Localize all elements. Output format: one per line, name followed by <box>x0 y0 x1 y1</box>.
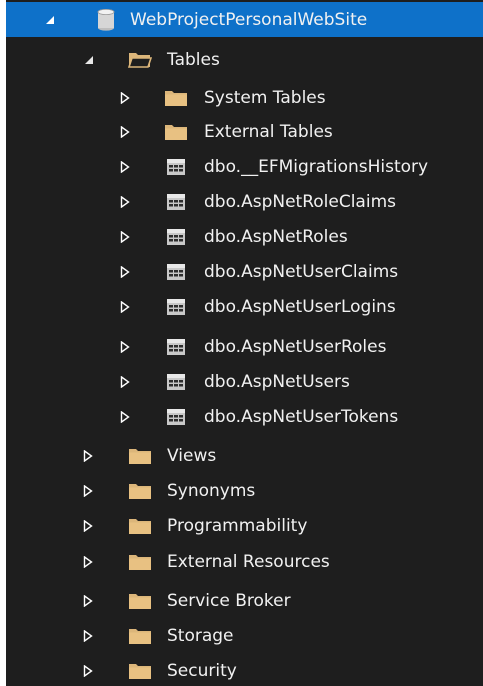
folder-icon <box>128 438 152 473</box>
tree-node-table[interactable]: dbo.AspNetRoleClaims <box>6 184 483 219</box>
tables-label: Tables <box>167 49 220 70</box>
tree-node-external-resources[interactable]: External Resources <box>6 544 483 579</box>
expand-toggle-collapsed-icon[interactable] <box>117 184 133 219</box>
table-icon <box>164 329 188 364</box>
expand-toggle-expanded-icon[interactable] <box>42 2 58 37</box>
table-icon <box>164 364 188 399</box>
expand-toggle-collapsed-icon[interactable] <box>117 329 133 364</box>
table-label: dbo.AspNetUserTokens <box>204 406 399 427</box>
security-label: Security <box>167 660 237 681</box>
tree-node-table[interactable]: dbo.AspNetUserLogins <box>6 289 483 324</box>
expand-toggle-collapsed-icon[interactable] <box>117 219 133 254</box>
folder-icon <box>128 544 152 579</box>
database-label: WebProjectPersonalWebSite <box>130 9 368 30</box>
object-explorer-tree: WebProjectPersonalWebSite Tables System … <box>6 0 483 686</box>
table-icon <box>164 149 188 184</box>
views-label: Views <box>167 445 217 466</box>
storage-label: Storage <box>167 625 234 646</box>
expand-toggle-collapsed-icon[interactable] <box>80 473 96 508</box>
table-label: dbo.AspNetUserClaims <box>204 261 399 282</box>
expand-toggle-collapsed-icon[interactable] <box>117 399 133 434</box>
expand-toggle-collapsed-icon[interactable] <box>117 364 133 399</box>
table-label: dbo.AspNetRoles <box>204 226 348 247</box>
folder-icon <box>128 583 152 618</box>
expand-toggle-collapsed-icon[interactable] <box>117 289 133 324</box>
table-icon <box>164 219 188 254</box>
table-label: dbo.AspNetRoleClaims <box>204 191 396 212</box>
tree-node-table[interactable]: dbo.AspNetUserRoles <box>6 329 483 364</box>
table-icon <box>164 184 188 219</box>
expand-toggle-collapsed-icon[interactable] <box>80 618 96 653</box>
expand-toggle-collapsed-icon[interactable] <box>80 653 96 686</box>
table-label: dbo.__EFMigrationsHistory <box>204 156 429 177</box>
expand-toggle-collapsed-icon[interactable] <box>117 254 133 289</box>
table-label: dbo.AspNetUserLogins <box>204 296 396 317</box>
database-icon <box>94 2 118 37</box>
folder-icon <box>128 618 152 653</box>
expand-toggle-collapsed-icon[interactable] <box>80 438 96 473</box>
synonyms-label: Synonyms <box>167 480 256 501</box>
tree-node-table[interactable]: dbo.AspNetUsers <box>6 364 483 399</box>
expand-toggle-collapsed-icon[interactable] <box>117 114 133 149</box>
tree-node-programmability[interactable]: Programmability <box>6 508 483 543</box>
tree-node-views[interactable]: Views <box>6 438 483 473</box>
table-icon <box>164 289 188 324</box>
expand-toggle-collapsed-icon[interactable] <box>80 508 96 543</box>
tree-node-external-tables[interactable]: External Tables <box>6 114 483 149</box>
open-folder-icon <box>128 42 152 77</box>
tree-node-security[interactable]: Security <box>6 653 483 686</box>
table-icon <box>164 399 188 434</box>
tree-node-storage[interactable]: Storage <box>6 618 483 653</box>
service-broker-label: Service Broker <box>167 590 291 611</box>
table-icon <box>164 254 188 289</box>
external-tables-label: External Tables <box>204 121 333 142</box>
folder-icon <box>128 653 152 686</box>
expand-toggle-collapsed-icon[interactable] <box>117 80 133 115</box>
folder-icon <box>128 473 152 508</box>
tree-node-tables[interactable]: Tables <box>6 42 483 77</box>
tree-node-table[interactable]: dbo.__EFMigrationsHistory <box>6 149 483 184</box>
external-resources-label: External Resources <box>167 551 330 572</box>
tree-node-system-tables[interactable]: System Tables <box>6 80 483 115</box>
tree-node-table[interactable]: dbo.AspNetUserClaims <box>6 254 483 289</box>
folder-icon <box>164 114 188 149</box>
expand-toggle-expanded-icon[interactable] <box>81 42 97 77</box>
folder-icon <box>164 80 188 115</box>
tree-node-synonyms[interactable]: Synonyms <box>6 473 483 508</box>
tree-node-service-broker[interactable]: Service Broker <box>6 583 483 618</box>
expand-toggle-collapsed-icon[interactable] <box>117 149 133 184</box>
programmability-label: Programmability <box>167 515 308 536</box>
folder-icon <box>128 508 152 543</box>
table-label: dbo.AspNetUserRoles <box>204 336 387 357</box>
expand-toggle-collapsed-icon[interactable] <box>80 583 96 618</box>
tree-node-table[interactable]: dbo.AspNetUserTokens <box>6 399 483 434</box>
table-label: dbo.AspNetUsers <box>204 371 350 392</box>
system-tables-label: System Tables <box>204 87 326 108</box>
tree-node-database[interactable]: WebProjectPersonalWebSite <box>6 2 483 37</box>
tree-node-table[interactable]: dbo.AspNetRoles <box>6 219 483 254</box>
expand-toggle-collapsed-icon[interactable] <box>80 544 96 579</box>
